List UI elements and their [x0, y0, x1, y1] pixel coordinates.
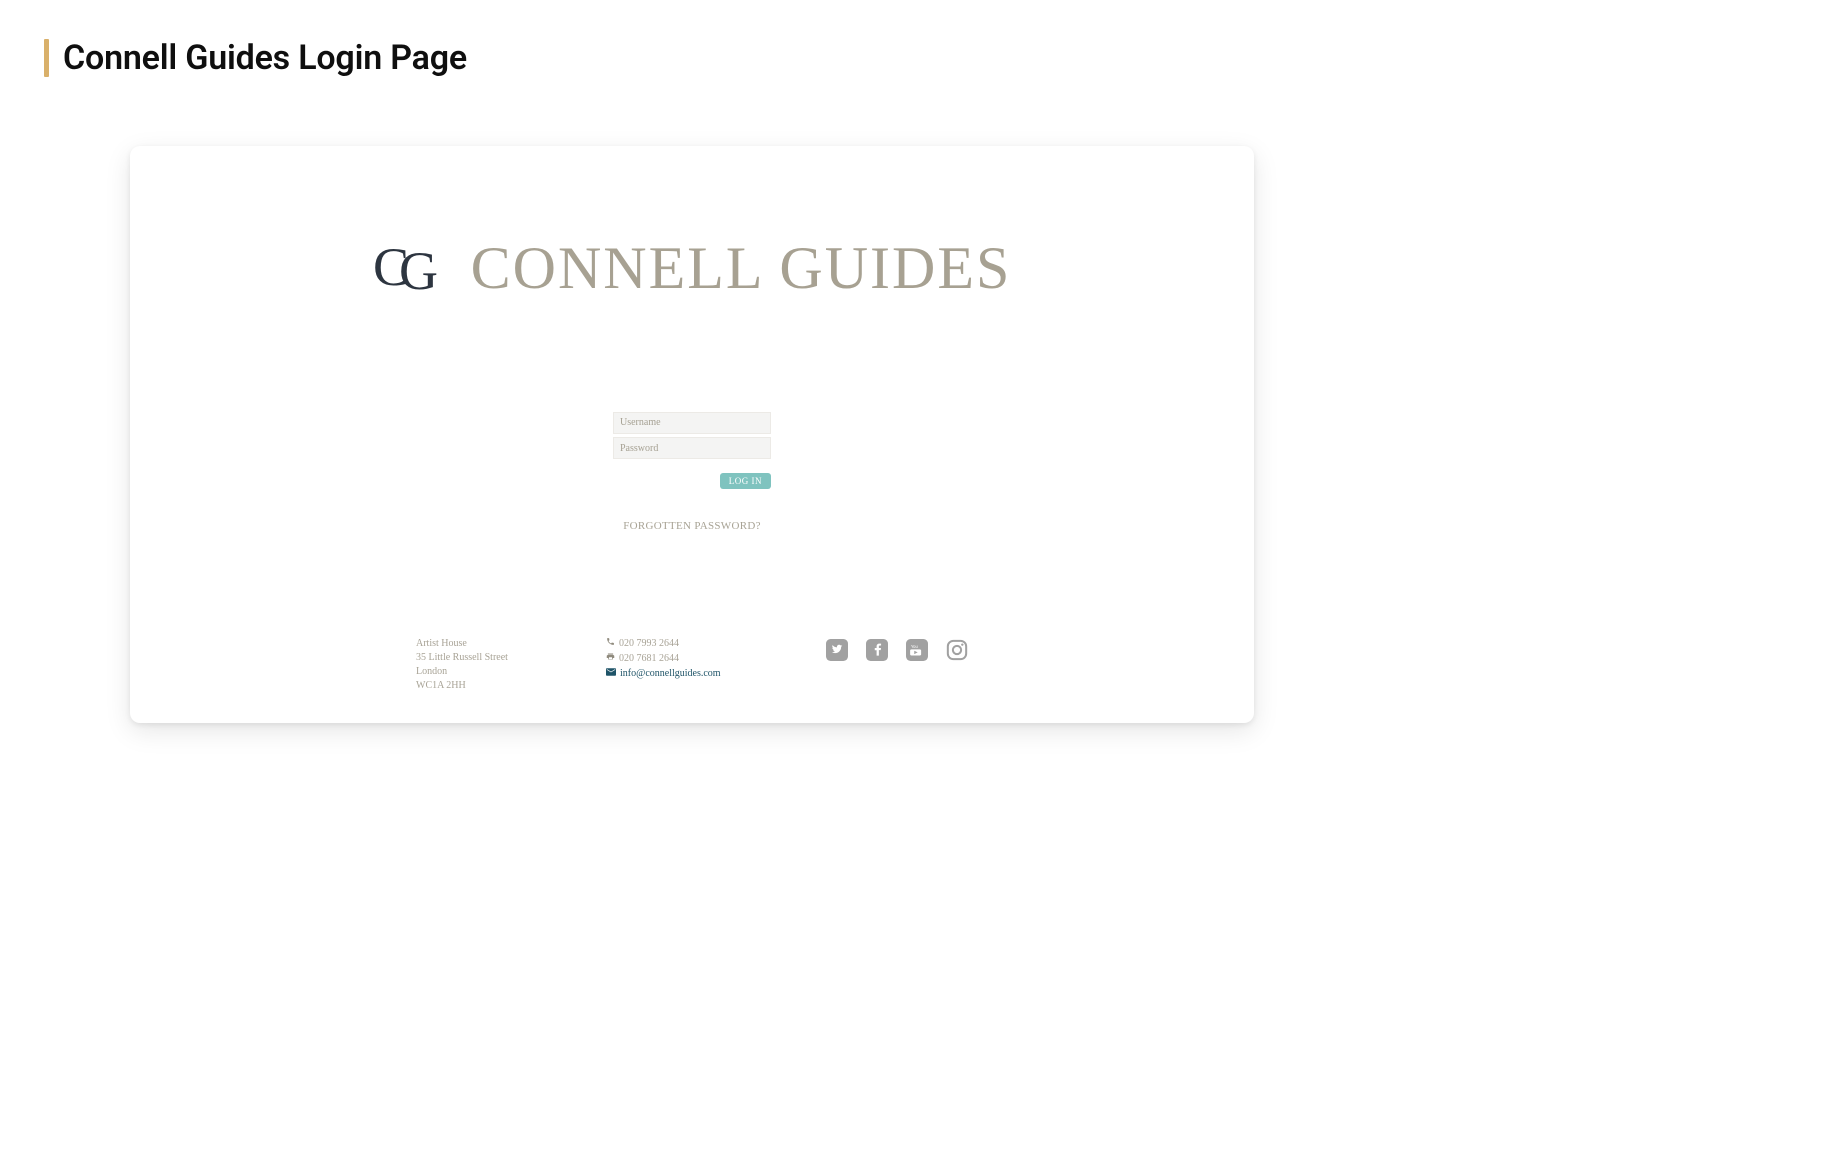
fax-number: 020 7681 2644 — [619, 652, 679, 666]
logo-mark-icon: C G — [373, 241, 445, 297]
phone-number: 020 7993 2644 — [619, 637, 679, 651]
facebook-icon[interactable] — [866, 639, 888, 661]
svg-text:G: G — [399, 241, 438, 297]
password-input[interactable] — [613, 437, 771, 459]
footer-contact: 020 7993 2644 020 7681 2644 info@connell… — [606, 637, 766, 693]
fax-icon — [606, 652, 615, 666]
phone-row: 020 7993 2644 — [606, 637, 766, 651]
phone-icon — [606, 637, 615, 651]
youtube-icon[interactable]: You — [906, 639, 928, 661]
fax-row: 020 7681 2644 — [606, 652, 766, 666]
forgot-password-row: FORGOTTEN PASSWORD? — [130, 514, 1254, 533]
page-title: Connell Guides Login Page — [63, 38, 467, 78]
page-header: Connell Guides Login Page — [44, 38, 467, 78]
email-link[interactable]: info@connellguides.com — [620, 667, 721, 681]
login-card: C G CONNELL GUIDES LOG IN FORGOTTEN PASS… — [130, 146, 1254, 723]
instagram-icon[interactable] — [946, 639, 968, 661]
address-line: WC1A 2HH — [416, 679, 546, 693]
footer-address: Artist House 35 Little Russell Street Lo… — [416, 637, 546, 693]
login-form: LOG IN — [613, 410, 771, 489]
username-input[interactable] — [613, 412, 771, 434]
logo: C G CONNELL GUIDES — [130, 234, 1254, 303]
title-accent-bar — [44, 39, 49, 77]
address-line: London — [416, 665, 546, 679]
svg-text:You: You — [911, 644, 919, 649]
forgot-password-link[interactable]: FORGOTTEN PASSWORD? — [623, 520, 761, 532]
login-button[interactable]: LOG IN — [720, 473, 771, 489]
login-button-row: LOG IN — [613, 469, 771, 489]
address-line: 35 Little Russell Street — [416, 651, 546, 665]
footer-social: You — [826, 637, 968, 693]
address-line: Artist House — [416, 637, 546, 651]
envelope-icon — [606, 667, 616, 681]
logo-text: CONNELL GUIDES — [471, 234, 1012, 303]
twitter-icon[interactable] — [826, 639, 848, 661]
footer: Artist House 35 Little Russell Street Lo… — [130, 637, 1254, 693]
email-row: info@connellguides.com — [606, 667, 766, 681]
